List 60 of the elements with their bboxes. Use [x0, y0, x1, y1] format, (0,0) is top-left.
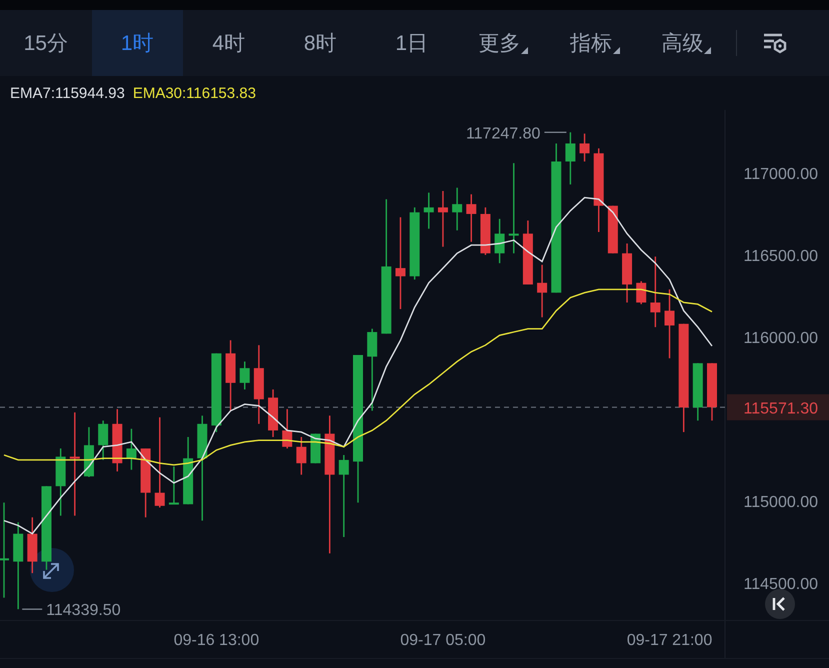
timeframe-tab[interactable]: 4时 [183, 10, 274, 76]
candlestick [707, 363, 717, 421]
candlestick [494, 218, 505, 264]
candlestick [56, 448, 66, 516]
candlestick [98, 420, 108, 460]
candlestick [226, 340, 236, 411]
candlestick [650, 256, 660, 328]
candlestick [622, 243, 632, 303]
candlestick [452, 188, 462, 230]
price-axis-label: 116500.00 [744, 248, 818, 265]
dropdown-caret-icon [704, 47, 712, 54]
candlestick [296, 437, 306, 475]
candlestick [480, 207, 490, 255]
candlestick [183, 437, 194, 504]
indicator-legend: EMA30:116153.83 [132, 84, 256, 102]
dropdown-tab[interactable]: 指标 [549, 10, 640, 76]
timeframe-tab[interactable]: 1时 [92, 10, 183, 76]
price-axis-label: 116000.00 [744, 330, 818, 347]
candlestick [537, 264, 548, 318]
candlestick [126, 428, 136, 470]
candlestick [636, 281, 646, 304]
candlestick [84, 427, 94, 477]
time-axis-label: 09-17 05:00 [400, 632, 486, 649]
candlestick [140, 448, 151, 518]
high-price-label: 117247.80 [466, 125, 540, 142]
candlestick [27, 517, 38, 574]
dropdown-tab[interactable]: 更多 [458, 10, 549, 76]
candlestick [112, 409, 122, 472]
candlestick [282, 409, 292, 448]
current-price-tag: 115571.30 [727, 394, 829, 420]
candlestick [580, 134, 590, 162]
candlestick [522, 220, 533, 284]
leader-line [22, 608, 42, 610]
low-price-label: 114339.50 [46, 602, 121, 620]
price-axis-label: 114500.00 [744, 576, 818, 593]
ref-line-label: 115571.30 [744, 400, 818, 418]
scroll-to-latest-button[interactable] [765, 589, 795, 619]
candlestick [664, 289, 675, 358]
indicator-legend: EMA7:115944.93 [10, 84, 125, 102]
timeframe-tab[interactable]: 1日 [366, 10, 458, 76]
candlestick [466, 194, 476, 242]
candlestick [438, 191, 448, 247]
dropdown-caret-icon [612, 47, 620, 54]
dropdown-tab[interactable]: 高级 [640, 10, 732, 76]
timeframe-tab[interactable]: 8时 [274, 10, 366, 76]
time-axis-label: 09-17 21:00 [626, 632, 712, 649]
price-axis-label: 117000.00 [744, 166, 818, 183]
candlestick [240, 362, 250, 390]
candlestick [310, 434, 321, 464]
candlestick [268, 389, 278, 437]
candlestick [692, 363, 703, 421]
candlestick [168, 466, 179, 505]
dropdown-caret-icon [521, 47, 528, 54]
time-axis-label: 09-16 13:00 [174, 632, 260, 649]
price-axis-label: 115000.00 [744, 494, 818, 511]
candlestick [565, 132, 576, 184]
candlestick [608, 206, 618, 254]
candlestick [424, 192, 434, 229]
timeframe-tab[interactable]: 15分 [0, 10, 92, 76]
leader-line [544, 132, 566, 133]
